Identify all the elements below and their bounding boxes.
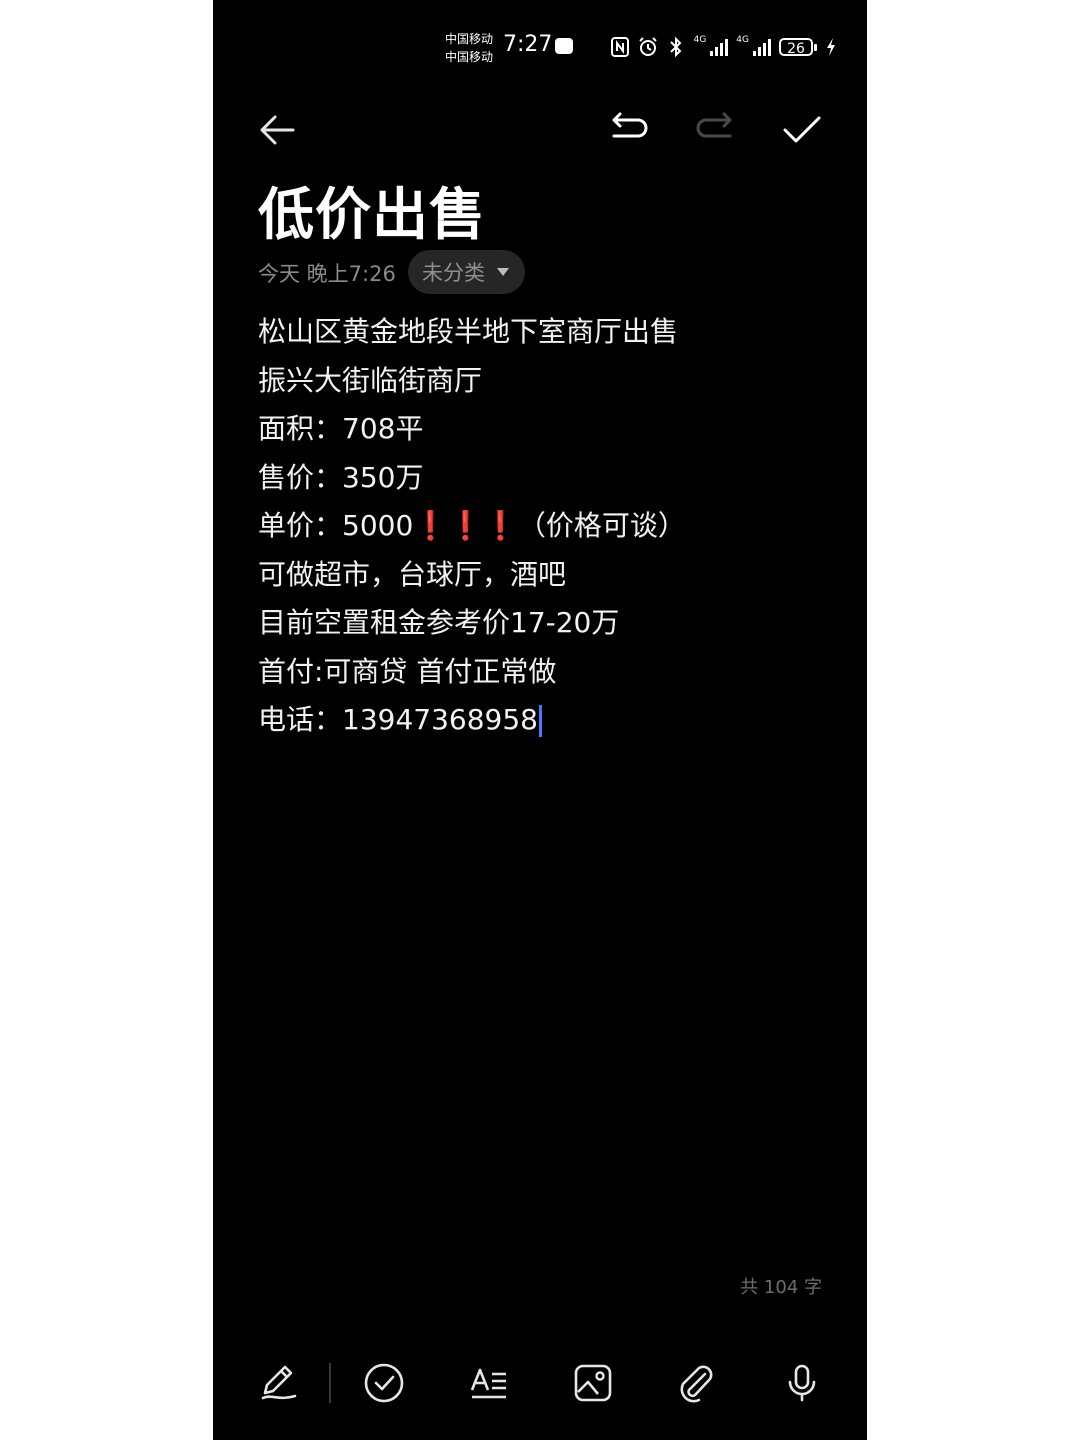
done-button[interactable] bbox=[780, 108, 824, 152]
toolbar-divider bbox=[329, 1363, 331, 1403]
bluetooth-icon bbox=[669, 36, 682, 58]
text-format-icon bbox=[470, 1368, 506, 1399]
signal-icon bbox=[710, 39, 729, 56]
text-cursor bbox=[538, 705, 542, 737]
notes-app-screen: 中国移动 中国移动 7:27 4G 4G 26 低价出售 今天 晚上7:26 未… bbox=[213, 0, 867, 1440]
undo-button[interactable] bbox=[607, 108, 651, 152]
word-count: 共 104 字 bbox=[740, 1277, 822, 1298]
carrier-labels: 中国移动 中国移动 bbox=[445, 30, 493, 66]
microphone-icon bbox=[788, 1364, 816, 1402]
notification-app-icon bbox=[555, 38, 573, 54]
negotiable-text: （价格可谈） bbox=[517, 509, 686, 542]
category-label: 未分类 bbox=[422, 261, 485, 285]
redo-button[interactable] bbox=[693, 108, 737, 152]
checklist-button[interactable] bbox=[362, 1361, 406, 1405]
note-line: 售价：350万 bbox=[258, 460, 424, 494]
note-line: 首付:可商贷 首付正常做 bbox=[258, 654, 557, 688]
category-dropdown[interactable]: 未分类 bbox=[408, 250, 525, 294]
note-title[interactable]: 低价出售 bbox=[258, 170, 486, 251]
status-time: 7:27 bbox=[503, 32, 553, 57]
note-line: 振兴大街临街商厅 bbox=[258, 363, 483, 397]
status-icons: 4G 4G 26 bbox=[610, 35, 837, 58]
handwriting-button[interactable] bbox=[257, 1361, 301, 1405]
back-arrow-icon bbox=[260, 115, 295, 145]
voice-input-button[interactable] bbox=[780, 1361, 824, 1405]
handwriting-pen-icon bbox=[261, 1365, 297, 1400]
network-type-1: 4G bbox=[693, 35, 707, 45]
undo-icon bbox=[612, 112, 648, 138]
note-body[interactable]: 松山区黄金地段半地下室商厅出售 振兴大街临街商厅 面积：708平 售价：350万… bbox=[258, 308, 838, 745]
alarm-icon bbox=[638, 37, 657, 56]
checkmark-icon bbox=[783, 116, 821, 143]
note-timestamp: 今天 晚上7:26 bbox=[258, 262, 396, 286]
image-button[interactable] bbox=[571, 1361, 615, 1405]
status-bar: 中国移动 中国移动 7:27 4G 4G 26 bbox=[213, 0, 867, 90]
battery-icon: 26 bbox=[779, 38, 817, 57]
image-icon bbox=[574, 1364, 612, 1402]
carrier-label-1: 中国移动 bbox=[445, 32, 494, 46]
chevron-down-icon bbox=[497, 268, 509, 276]
text-format-button[interactable] bbox=[467, 1361, 511, 1405]
back-button[interactable] bbox=[255, 108, 299, 152]
network-type-2: 4G bbox=[736, 35, 749, 45]
charging-icon bbox=[827, 38, 835, 56]
redo-icon bbox=[696, 112, 732, 138]
checklist-icon bbox=[364, 1363, 404, 1403]
unit-price-text: 单价：5000 bbox=[258, 509, 414, 542]
note-line: 目前空置租金参考价17-20万 bbox=[258, 606, 620, 639]
phone-text: 电话：13947368958 bbox=[258, 703, 538, 736]
signal-icon bbox=[753, 39, 771, 56]
exclamation-marks: ❗❗❗ bbox=[413, 509, 518, 542]
note-line-unit-price: 单价：5000❗❗❗（价格可谈） bbox=[258, 502, 838, 551]
note-line: 面积：708平 bbox=[258, 412, 424, 445]
note-line: 松山区黄金地段半地下室商厅出售 bbox=[258, 315, 679, 348]
note-line: 可做超市，台球厅，酒吧 bbox=[258, 557, 567, 591]
bottom-toolbar bbox=[213, 1355, 867, 1411]
note-line-phone: 电话：13947368958 bbox=[258, 696, 838, 745]
attachment-button[interactable] bbox=[674, 1361, 718, 1405]
carrier-label-2: 中国移动 bbox=[445, 50, 494, 64]
nfc-icon bbox=[610, 37, 629, 57]
attachment-icon bbox=[680, 1365, 713, 1403]
